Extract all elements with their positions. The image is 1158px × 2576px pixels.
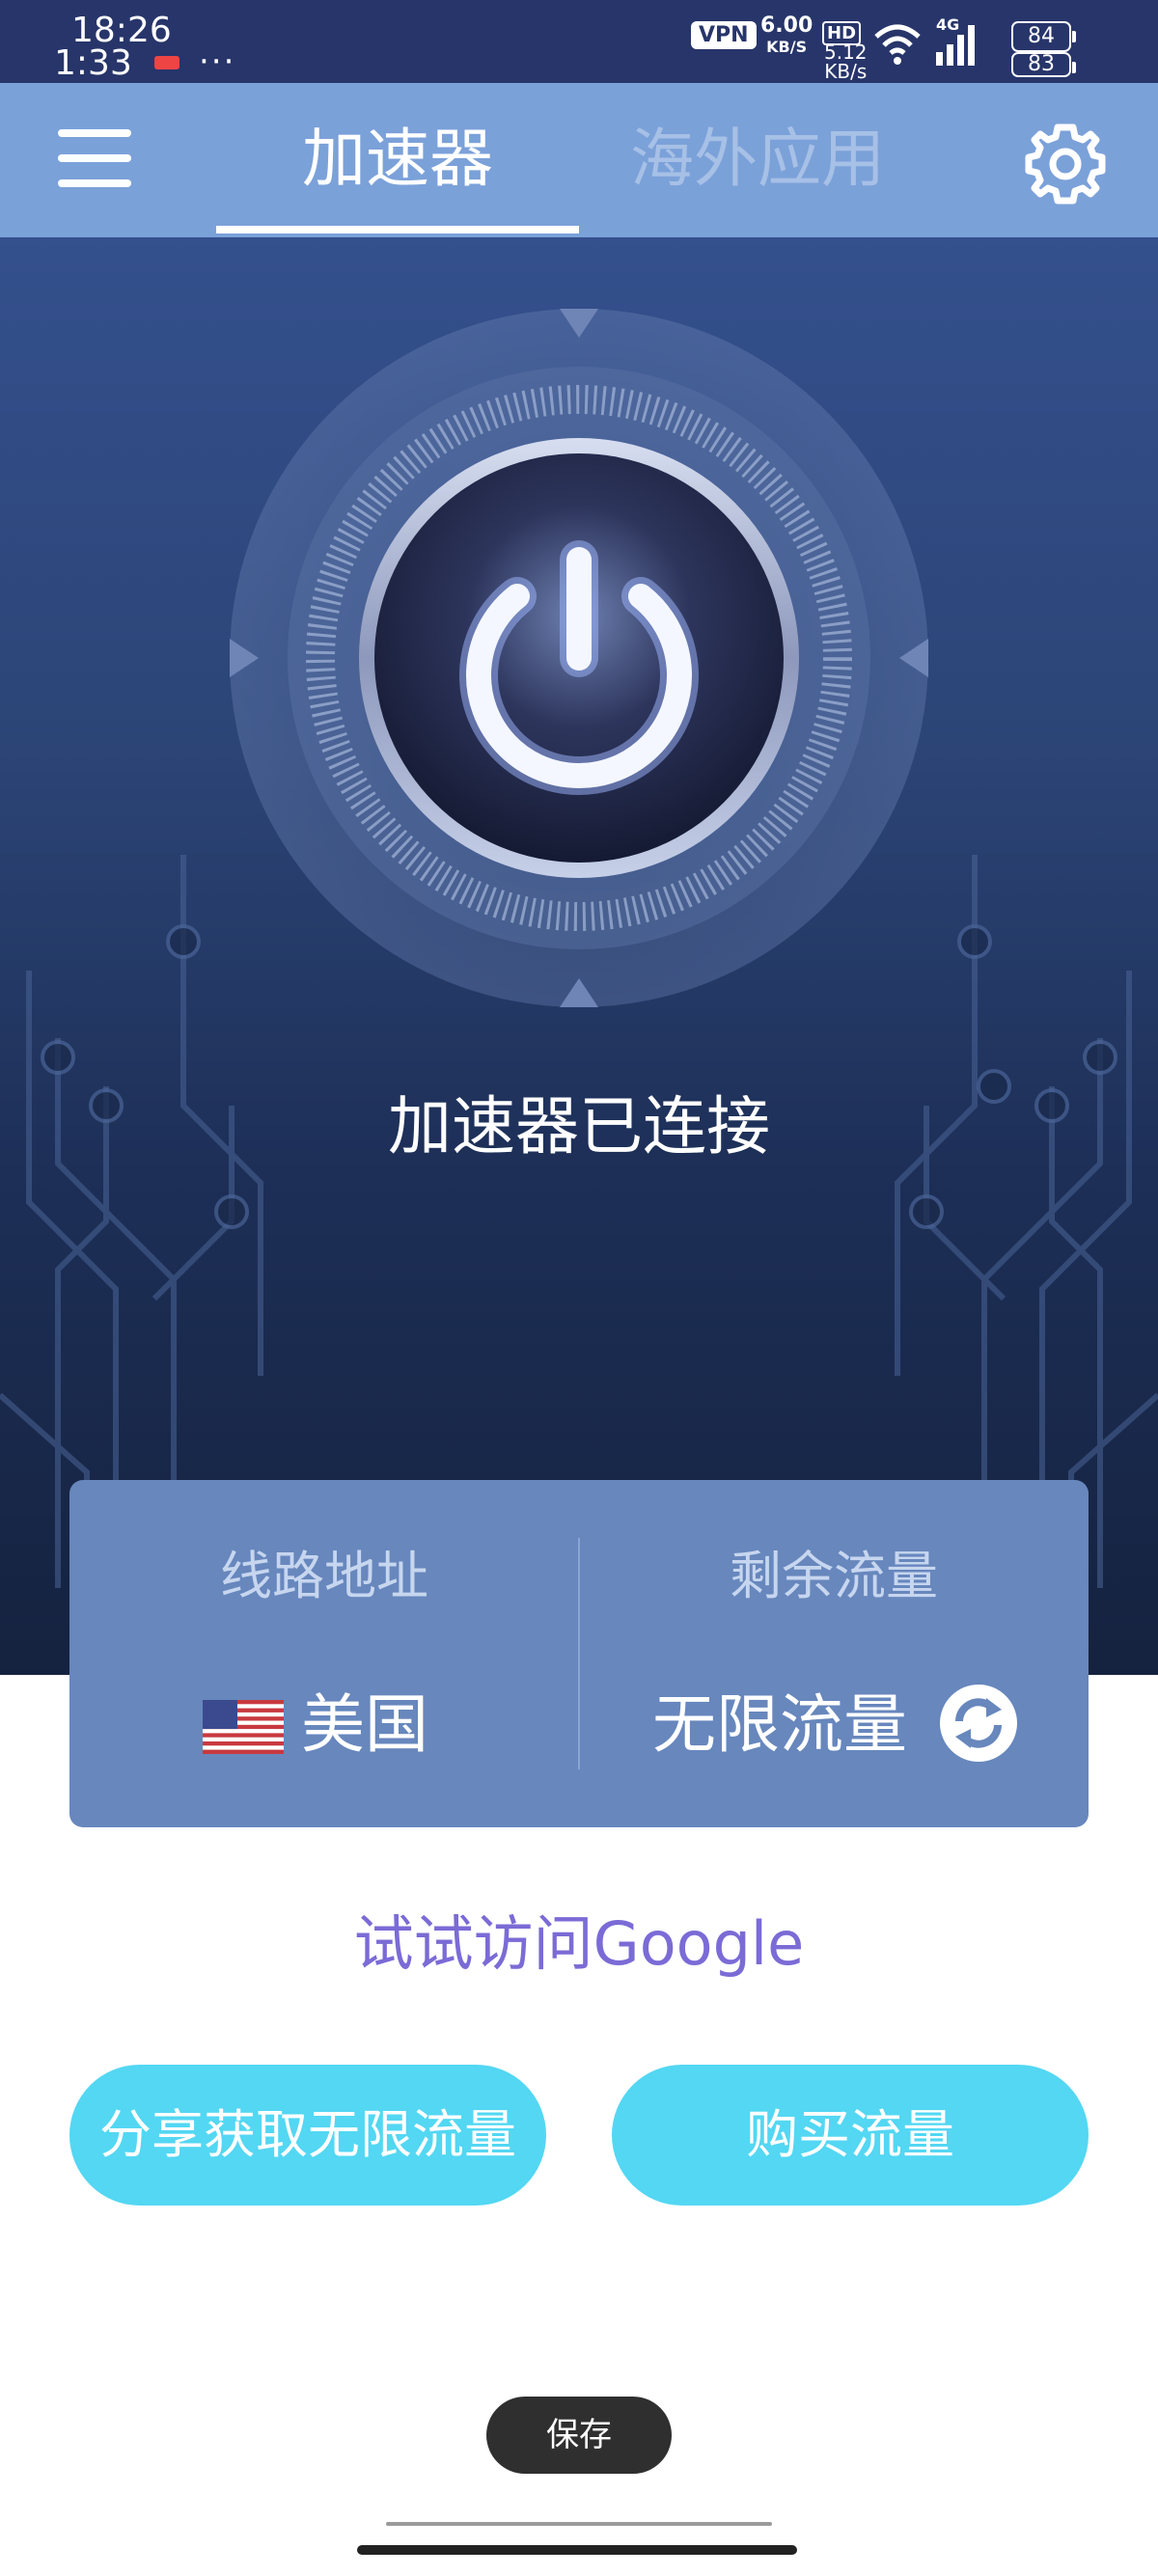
active-tab-indicator bbox=[216, 226, 579, 233]
status-bar: 18:26 1:33 ··· VPN 6.00 KB/S HD 5.12 KB/… bbox=[0, 0, 1158, 83]
network-speed-secondary-unit: KB/s bbox=[824, 60, 868, 83]
card-divider bbox=[578, 1538, 580, 1769]
traffic-label: 剩余流量 bbox=[730, 1546, 938, 1606]
tab-accelerator[interactable]: 加速器 bbox=[216, 116, 579, 203]
power-dial bbox=[230, 309, 928, 1007]
divider-line bbox=[386, 2522, 772, 2526]
info-card: 线路地址 剩余流量 美国 无限流量 bbox=[69, 1480, 1089, 1827]
save-button[interactable]: 保存 bbox=[486, 2397, 672, 2474]
vpn-badge: VPN bbox=[691, 21, 757, 49]
tab-overseas-apps[interactable]: 海外应用 bbox=[618, 116, 897, 203]
try-google-link[interactable]: 试试访问Google bbox=[0, 1905, 1158, 1983]
route-value[interactable]: 美国 bbox=[301, 1686, 428, 1764]
status-time-secondary: 1:33 bbox=[54, 43, 132, 83]
network-speed-secondary: 5.12 KB/s bbox=[824, 42, 868, 81]
connection-status: 加速器已连接 bbox=[388, 1089, 770, 1164]
top-bar: 加速器 海外应用 bbox=[0, 83, 1158, 237]
signal-icon bbox=[936, 25, 975, 66]
battery-icon-secondary: 83 bbox=[1011, 52, 1076, 77]
us-flag-icon bbox=[203, 1700, 284, 1754]
network-speed: 6.00 KB/S bbox=[760, 15, 813, 58]
refresh-icon[interactable] bbox=[938, 1683, 1019, 1764]
traffic-value: 无限流量 bbox=[652, 1687, 907, 1762]
share-for-unlimited-button[interactable]: 分享获取无限流量 bbox=[69, 2065, 546, 2206]
hamburger-menu-icon[interactable] bbox=[58, 129, 131, 189]
network-speed-unit: KB/S bbox=[766, 38, 808, 56]
buy-traffic-button[interactable]: 购买流量 bbox=[612, 2065, 1089, 2206]
home-indicator[interactable] bbox=[357, 2545, 797, 2555]
more-notifications-icon: ··· bbox=[199, 42, 236, 81]
notification-icon bbox=[154, 56, 179, 69]
wifi-icon bbox=[874, 24, 921, 65]
battery-icon: 84 bbox=[1011, 21, 1076, 52]
network-speed-value: 6.00 bbox=[760, 14, 813, 38]
route-label: 线路地址 bbox=[220, 1546, 428, 1606]
network-speed-secondary-value: 5.12 bbox=[824, 41, 868, 64]
gear-icon[interactable] bbox=[1023, 122, 1108, 206]
accelerator-hero: 加速器已连接 bbox=[0, 237, 1158, 1675]
